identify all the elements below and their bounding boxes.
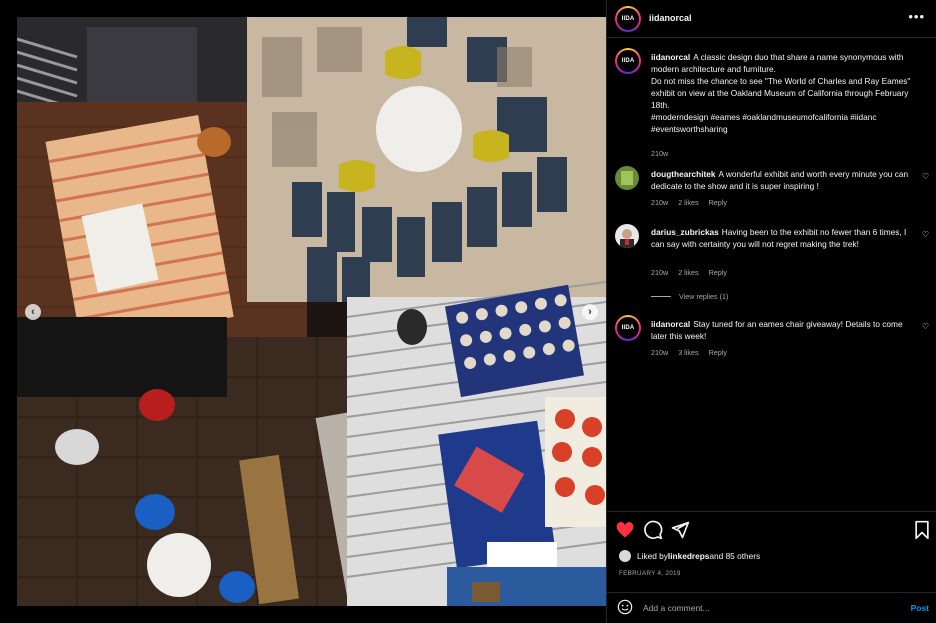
comment-time[interactable]: 210w [651, 348, 668, 357]
view-replies-label[interactable]: View replies (1) [679, 292, 728, 301]
comment-input[interactable] [643, 601, 893, 615]
comment-time[interactable]: 210w [651, 268, 668, 277]
comment-meta: 210w 2 likes Reply [651, 198, 735, 207]
comment-likes[interactable]: 3 likes [678, 348, 698, 357]
post-date[interactable]: FEBRUARY 4, 2019 [619, 570, 681, 577]
heart-filled-icon[interactable] [615, 520, 635, 540]
comment-meta: 210w 2 likes Reply [651, 268, 735, 277]
exhibit-photo [17, 17, 606, 606]
post-media-container: ‹ › [0, 0, 606, 623]
commenter-avatar[interactable] [615, 224, 639, 248]
comment-time[interactable]: 210w [651, 198, 668, 207]
comment-body: iidanorcal Stay tuned for an eames chair … [651, 318, 913, 342]
liked-by-prefix: Liked by [637, 551, 668, 561]
share-icon[interactable] [670, 520, 690, 540]
comment-text: A classic design duo that share a name s… [651, 52, 911, 134]
iida-logo: IIDA [621, 16, 635, 22]
commenter-avatar[interactable]: IIDA [615, 315, 641, 341]
comment-likes[interactable]: 2 likes [678, 268, 698, 277]
heart-icon[interactable]: ♡ [922, 230, 929, 239]
comment-meta: 210w [651, 149, 676, 158]
comment-username[interactable]: darius_zubrickas [651, 227, 719, 237]
view-replies-button[interactable]: View replies (1) [651, 292, 728, 301]
post-side-panel: IIDA iidanorcal ••• IIDA iidanorcal A cla… [606, 0, 936, 623]
liked-by-suffix[interactable]: and 85 others [709, 551, 760, 561]
comment-body: dougthearchitek A wonderful exhibit and w… [651, 168, 913, 192]
comment-body: iidanorcal A classic design duo that shar… [651, 51, 913, 135]
comment-time[interactable]: 210w [651, 149, 668, 158]
liker-avatar [619, 550, 631, 562]
comment-username[interactable]: iidanorcal [651, 319, 690, 329]
divider-line [651, 296, 671, 297]
reply-button[interactable]: Reply [709, 268, 727, 277]
author-username[interactable]: iidanorcal [649, 13, 692, 23]
more-horizontal-icon[interactable]: ••• [908, 9, 925, 24]
post-comment-button[interactable]: Post [911, 603, 929, 613]
heart-icon[interactable]: ♡ [922, 172, 929, 181]
comment-body: darius_zubrickas Having been to the exhib… [651, 226, 913, 250]
bookmark-icon[interactable] [912, 520, 932, 540]
chevron-right-icon[interactable]: › [582, 304, 598, 320]
post-actions: Liked by linkedreps and 85 others FEBRUA… [607, 511, 936, 591]
comment-icon[interactable] [643, 520, 663, 540]
comment-username[interactable]: dougthearchitek [651, 169, 716, 179]
reply-button[interactable]: Reply [709, 348, 727, 357]
iida-logo: IIDA [621, 58, 635, 64]
comment-username[interactable]: iidanorcal [651, 52, 690, 62]
emoji-icon[interactable] [617, 599, 633, 615]
author-avatar[interactable]: IIDA [615, 6, 641, 32]
post-image[interactable] [17, 17, 606, 606]
heart-icon[interactable]: ♡ [922, 322, 929, 331]
iida-logo: IIDA [621, 325, 635, 331]
chevron-left-icon[interactable]: ‹ [25, 304, 41, 320]
reply-button[interactable]: Reply [709, 198, 727, 207]
commenter-avatar[interactable] [615, 166, 639, 190]
add-comment-bar: Post [607, 592, 936, 623]
comment-meta: 210w 3 likes Reply [651, 348, 735, 357]
comment-likes[interactable]: 2 likes [678, 198, 698, 207]
commenter-avatar[interactable]: IIDA [615, 48, 641, 74]
likes-summary[interactable]: Liked by linkedreps and 85 others [619, 550, 760, 562]
comments-list: IIDA iidanorcal A classic design duo that… [607, 39, 936, 509]
post-header: IIDA iidanorcal ••• [607, 0, 936, 38]
liked-by-user[interactable]: linkedreps [668, 551, 710, 561]
